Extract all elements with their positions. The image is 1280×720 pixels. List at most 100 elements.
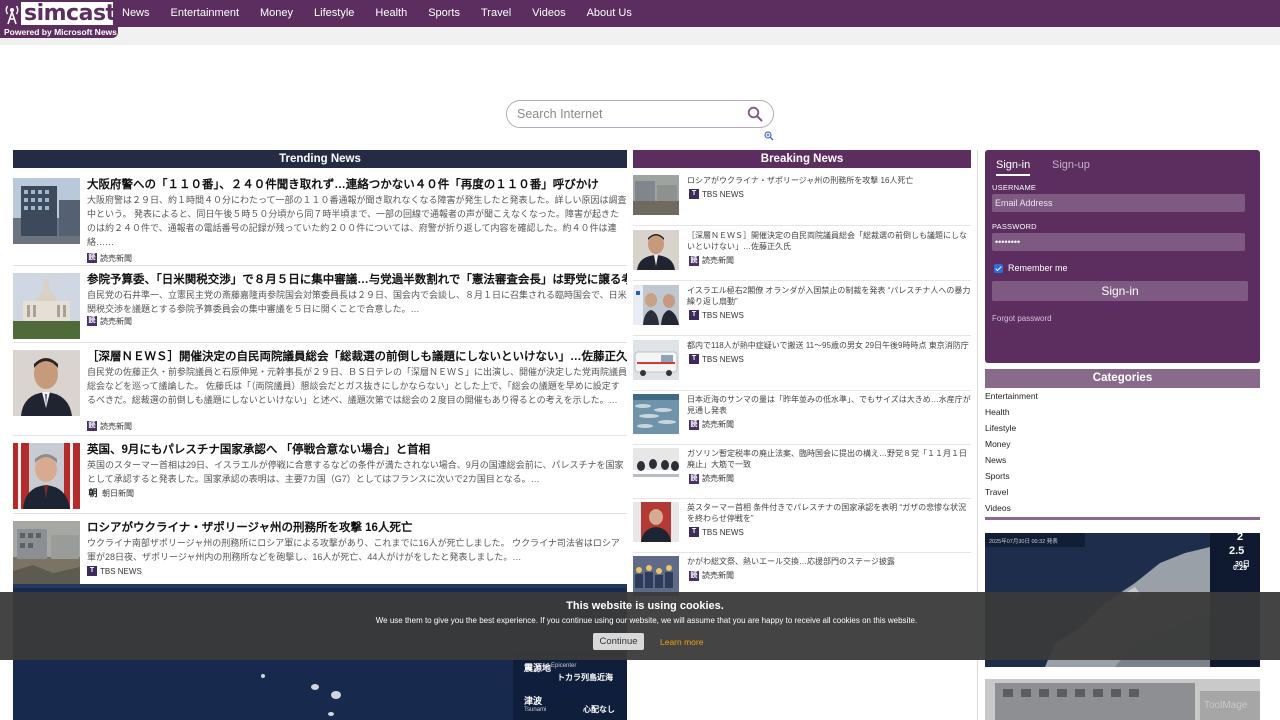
- article-title[interactable]: ［深層ＮＥＷＳ］開催決定の自民両院議員総会「総裁選の前倒しも議題にしないといけな…: [87, 350, 627, 364]
- category-health[interactable]: Health: [985, 407, 1260, 423]
- article-summary: ウクライナ南部ザポリージャ州の刑務所にロシア軍による攻撃があり、これまでに16人…: [87, 538, 620, 562]
- article-summary: 英国のスターマー首相は29日、イスラエルが停戦に合意するなどの条件が満たされない…: [87, 460, 624, 484]
- categories-heading: Categories: [985, 369, 1260, 388]
- remember-me-checkbox[interactable]: [994, 263, 1003, 273]
- article-thumbnail[interactable]: [13, 350, 80, 416]
- article-title[interactable]: ［深層ＮＥＷＳ］開催決定の自民両院議員総会「総裁選の前倒しも議題にしないといけな…: [687, 230, 971, 252]
- tab-signin[interactable]: Sign-in: [996, 158, 1031, 176]
- epicenter-value: トカラ列島近海: [557, 673, 613, 682]
- trending-item[interactable]: ロシアがウクライナ・ザポリージャ州の刑務所を攻撃 16人死亡 ウクライナ南部ザポ…: [13, 515, 627, 587]
- source-logo-icon: 読: [689, 255, 699, 266]
- epicenter-label-en: Epicenter: [551, 663, 577, 669]
- source-logo-icon: T: [689, 189, 699, 199]
- article-source: 読 読売新聞: [689, 570, 734, 581]
- category-money[interactable]: Money: [985, 439, 1260, 455]
- nav-item-videos[interactable]: Videos: [532, 0, 565, 27]
- main-nav: News Entertainment Money Lifestyle Healt…: [122, 0, 653, 27]
- category-entertainment[interactable]: Entertainment: [985, 391, 1260, 407]
- article-thumbnail[interactable]: [633, 448, 679, 488]
- article-source: 読 読売新聞: [87, 420, 132, 432]
- article-title[interactable]: 日本近海のサンマの量は「昨年並みの低水準」、でもサイズは大きめ…水産庁が見通し発…: [687, 394, 971, 416]
- nav-item-travel[interactable]: Travel: [481, 0, 511, 27]
- magnitude-value: 2.5: [1229, 545, 1245, 557]
- source-logo-icon: T: [689, 527, 699, 537]
- nav-item-entertainment[interactable]: Entertainment: [171, 0, 239, 27]
- article-title[interactable]: ガソリン暫定税率の廃止法案、臨時国会に提出の構え…野党８党「１１月１日廃止」大筋…: [687, 448, 971, 470]
- tab-signup[interactable]: Sign-up: [1052, 158, 1090, 172]
- zoom-in-icon[interactable]: [764, 128, 774, 141]
- source-logo-icon: T: [87, 566, 97, 576]
- article-thumbnail[interactable]: [633, 394, 679, 434]
- category-travel[interactable]: Travel: [985, 487, 1260, 503]
- article-thumbnail[interactable]: [13, 178, 80, 244]
- seismic-value: 2: [1237, 533, 1244, 543]
- article-thumbnail[interactable]: [13, 443, 80, 509]
- watermark-text: ToolMage: [1204, 700, 1248, 711]
- password-label: PASSWORD: [992, 222, 1037, 231]
- breaking-item[interactable]: ガソリン暫定税率の廃止法案、臨時国会に提出の構え…野党８党「１１月１日廃止」大筋…: [633, 445, 971, 499]
- cookie-learn-more-link[interactable]: Learn more: [660, 637, 703, 647]
- category-lifestyle[interactable]: Lifestyle: [985, 423, 1260, 439]
- time-value: 0:29: [1233, 565, 1248, 572]
- password-field[interactable]: [992, 233, 1245, 251]
- article-title[interactable]: 英国、9月にもパレスチナ国家承認へ 「停戦合意ない場合」と首相: [87, 443, 627, 457]
- breaking-item[interactable]: イスラエル極右2閣僚 オランダが入国禁止の制裁を発表 “パレスチナ人への暴力繰り…: [633, 282, 971, 336]
- nav-item-health[interactable]: Health: [375, 0, 407, 27]
- article-title[interactable]: ロシアがウクライナ・ザポリージャ州の刑務所を攻撃 16人死亡: [87, 521, 627, 535]
- category-sports[interactable]: Sports: [985, 471, 1260, 487]
- article-thumbnail[interactable]: [13, 273, 80, 339]
- article-thumbnail[interactable]: [13, 521, 80, 587]
- article-title[interactable]: イスラエル極右2閣僚 オランダが入国禁止の制裁を発表 “パレスチナ人への暴力繰り…: [687, 285, 971, 307]
- trending-item[interactable]: ［深層ＮＥＷＳ］開催決定の自民両院議員総会「総裁選の前倒しも議題にしないといけな…: [13, 344, 627, 436]
- article-summary: 大阪府警は２９日、約１時間４０分にわたって一部の１１０番通報が聞き取れなくなる障…: [87, 195, 627, 247]
- breaking-item[interactable]: 都内で118人が熱中症疑いで搬送 11～95歳の男女 29日午後9時時点 東京消…: [633, 337, 971, 391]
- broadcast-icon: [3, 3, 21, 25]
- article-thumbnail[interactable]: [633, 175, 679, 215]
- article-thumbnail[interactable]: [633, 502, 679, 542]
- source-logo-icon: 読: [87, 421, 97, 431]
- source-name: TBS NEWS: [100, 566, 142, 576]
- article-source: 読 読売新聞: [689, 419, 734, 430]
- article-title[interactable]: 都内で118人が熱中症疑いで搬送 11～95歳の男女 29日午後9時時点 東京消…: [687, 340, 971, 351]
- category-news[interactable]: News: [985, 455, 1260, 471]
- article-title[interactable]: 参院予算委、「日米関税交渉」で８月５日に集中審議…与党過半数割れで「憲法審査会長…: [87, 273, 627, 287]
- article-title[interactable]: ロシアがウクライナ・ザポリージャ州の刑務所を攻撃 16人死亡: [687, 175, 971, 186]
- trending-item[interactable]: 大阪府警への「１１０番」、２４０件聞き取れず…連絡つかない４０件「再度の１１０番…: [13, 172, 627, 266]
- nav-item-news[interactable]: News: [122, 0, 150, 27]
- article-source: 読 読売新聞: [87, 252, 132, 264]
- site-logo[interactable]: simcast Powered by Microsoft News: [0, 0, 118, 38]
- signin-button[interactable]: Sign-in: [992, 281, 1248, 301]
- article-thumbnail[interactable]: [633, 285, 679, 325]
- remember-me: Remember me: [994, 263, 1068, 273]
- logo-wordmark: simcast: [21, 2, 116, 25]
- nav-item-lifestyle[interactable]: Lifestyle: [314, 0, 354, 27]
- breaking-item[interactable]: 日本近海のサンマの量は「昨年並みの低水準」、でもサイズは大きめ…水産庁が見通し発…: [633, 391, 971, 445]
- trending-item[interactable]: 英国、9月にもパレスチナ国家承認へ 「停戦合意ない場合」と首相 英国のスターマー…: [13, 437, 627, 514]
- source-logo-icon: T: [689, 354, 699, 364]
- article-thumbnail[interactable]: [633, 340, 679, 380]
- username-field[interactable]: [992, 194, 1245, 212]
- article-thumbnail[interactable]: [633, 230, 679, 270]
- source-logo-icon: 読: [689, 419, 699, 430]
- source-name: TBS NEWS: [702, 189, 744, 199]
- nav-item-sports[interactable]: Sports: [428, 0, 460, 27]
- article-title[interactable]: 大阪府警への「１１０番」、２４０件聞き取れず…連絡つかない４０件「再度の１１０番…: [87, 178, 627, 192]
- forgot-password-link[interactable]: Forgot password: [992, 314, 1052, 323]
- search-input[interactable]: [517, 105, 737, 123]
- article-thumbnail[interactable]: [633, 556, 679, 596]
- article-source: 読 読売新聞: [87, 315, 132, 327]
- trending-item[interactable]: 参院予算委、「日米関税交渉」で８月５日に集中審議…与党過半数割れで「憲法審査会長…: [13, 267, 627, 343]
- breaking-item[interactable]: ロシアがウクライナ・ザポリージャ州の刑務所を攻撃 16人死亡 T TBS NEW…: [633, 172, 971, 226]
- nav-item-about-us[interactable]: About Us: [587, 0, 632, 27]
- breaking-item[interactable]: ［深層ＮＥＷＳ］開催決定の自民両院議員総会「総裁選の前倒しも議題にしないといけな…: [633, 227, 971, 281]
- search-icon[interactable]: [747, 106, 763, 122]
- article-source: T TBS NEWS: [689, 354, 744, 364]
- article-source: T TBS NEWS: [87, 565, 142, 577]
- article-title[interactable]: 英スターマー首相 条件付きでパレスチナの国家承認を表明 “ガザの悲惨な状況を終わ…: [687, 502, 971, 524]
- nav-item-money[interactable]: Money: [260, 0, 293, 27]
- cookie-banner: This website is using cookies. We use th…: [0, 592, 1280, 660]
- cookie-title: This website is using cookies.: [566, 600, 724, 612]
- cookie-continue-button[interactable]: Continue: [593, 633, 644, 650]
- article-title[interactable]: かがわ総文祭、熱いエール交換…応援部門のステージ披露: [687, 556, 971, 567]
- breaking-item[interactable]: 英スターマー首相 条件付きでパレスチナの国家承認を表明 “ガザの悲惨な状況を終わ…: [633, 499, 971, 553]
